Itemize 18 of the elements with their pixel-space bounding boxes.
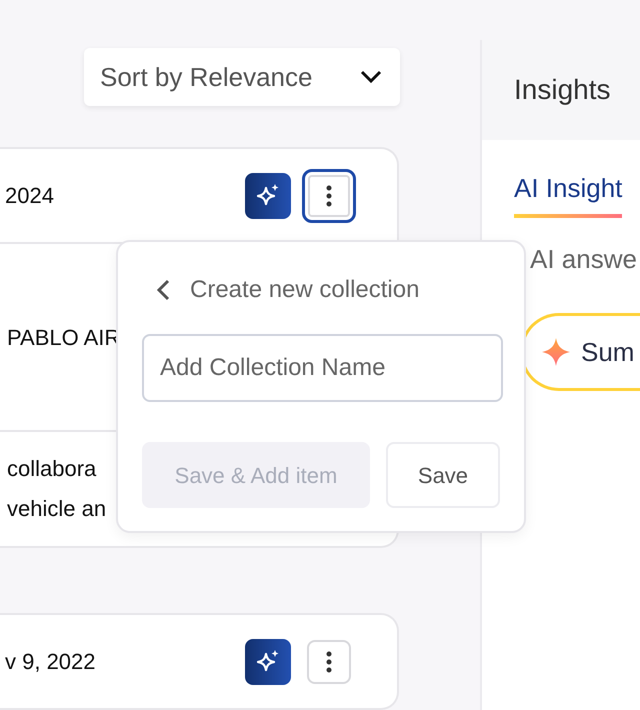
more-button[interactable] — [302, 168, 356, 222]
result-date: v 9, 2022 — [5, 648, 96, 676]
collection-name-field[interactable]: Add Collection Name — [142, 334, 503, 402]
result-snippet: collabora vehicle an — [7, 455, 106, 523]
sparkle-icon — [541, 337, 571, 367]
result-date: 2024 — [5, 182, 54, 210]
ai-button[interactable] — [245, 172, 291, 218]
panel-title: Insights — [514, 73, 610, 107]
more-vertical-icon — [326, 650, 332, 672]
ai-answer-text: AI answe — [530, 243, 637, 276]
popup-title: Create new collection — [190, 275, 420, 305]
sort-dropdown[interactable]: Sort by Relevance — [84, 48, 400, 106]
back-chevron-icon[interactable] — [156, 279, 170, 301]
chevron-down-icon — [360, 70, 382, 84]
save-button[interactable]: Save — [386, 442, 500, 508]
insights-tab[interactable]: AI Insight — [514, 168, 622, 218]
ai-button[interactable] — [245, 638, 291, 684]
more-vertical-icon — [326, 184, 332, 206]
